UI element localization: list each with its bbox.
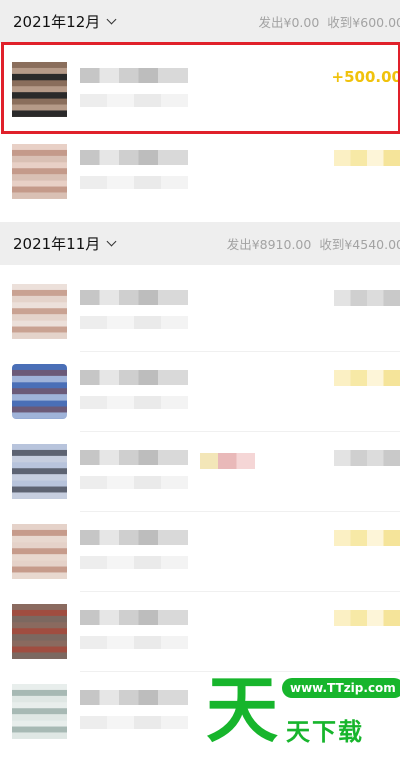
month-selector[interactable]: 2021年11月 xyxy=(13,233,117,254)
transaction-row[interactable] xyxy=(0,432,400,512)
month-stats: 发出¥8910.00 收到¥4540.00 xyxy=(227,234,400,253)
transaction-desc-blurred xyxy=(80,556,188,569)
avatar xyxy=(12,364,67,419)
month-title: 2021年11月 xyxy=(13,235,101,253)
avatar xyxy=(12,284,67,339)
avatar xyxy=(12,144,67,199)
avatar xyxy=(12,444,67,499)
month-header-nov: 2021年11月 发出¥8910.00 收到¥4540.00 xyxy=(0,222,400,265)
avatar xyxy=(12,684,67,739)
transaction-desc-blurred xyxy=(80,476,188,489)
avatar xyxy=(12,524,67,579)
chevron-down-icon xyxy=(106,14,117,25)
received-total: 收到¥600.00 xyxy=(327,15,400,30)
transaction-row[interactable] xyxy=(0,272,400,352)
transaction-desc-blurred xyxy=(80,176,188,189)
contact-name-blurred xyxy=(80,610,188,625)
pixelated-tag xyxy=(200,453,255,469)
month-header-dec: 2021年12月 发出¥0.00 收到¥600.00 xyxy=(0,0,400,43)
watermark-text: 天下载 xyxy=(286,718,364,746)
site-watermark: 天 www.TTzip.com 天下载 xyxy=(206,670,400,754)
received-total: 收到¥4540.00 xyxy=(319,237,400,252)
transaction-amount-blurred xyxy=(334,370,400,386)
month-stats: 发出¥0.00 收到¥600.00 xyxy=(259,12,400,31)
chevron-down-icon xyxy=(106,236,117,247)
transaction-desc-blurred xyxy=(80,636,188,649)
sent-total: 发出¥8910.00 xyxy=(226,237,312,252)
contact-name-blurred xyxy=(80,450,188,465)
contact-name-blurred xyxy=(80,150,188,165)
sent-total: 发出¥0.00 xyxy=(258,15,320,30)
transaction-amount-blurred xyxy=(334,150,400,166)
transaction-desc-blurred xyxy=(80,716,188,729)
contact-name-blurred xyxy=(80,370,188,385)
transaction-amount-blurred xyxy=(334,530,400,546)
transaction-desc-blurred xyxy=(80,316,188,329)
contact-name-blurred xyxy=(80,290,188,305)
transaction-amount-blurred xyxy=(334,610,400,626)
avatar xyxy=(12,604,67,659)
month-selector[interactable]: 2021年12月 xyxy=(13,11,117,32)
watermark-logo-char: 天 xyxy=(206,668,279,752)
highlight-box xyxy=(1,42,400,134)
transaction-desc-blurred xyxy=(80,396,188,409)
watermark-url: www.TTzip.com xyxy=(282,678,400,698)
transaction-row[interactable] xyxy=(0,592,400,672)
transaction-row[interactable] xyxy=(0,512,400,592)
transaction-amount-blurred xyxy=(334,450,400,466)
month-title: 2021年12月 xyxy=(13,13,101,31)
transaction-row[interactable] xyxy=(0,132,400,212)
transaction-amount-blurred xyxy=(334,290,400,306)
contact-name-blurred xyxy=(80,530,188,545)
contact-name-blurred xyxy=(80,690,188,705)
transaction-row[interactable] xyxy=(0,352,400,432)
